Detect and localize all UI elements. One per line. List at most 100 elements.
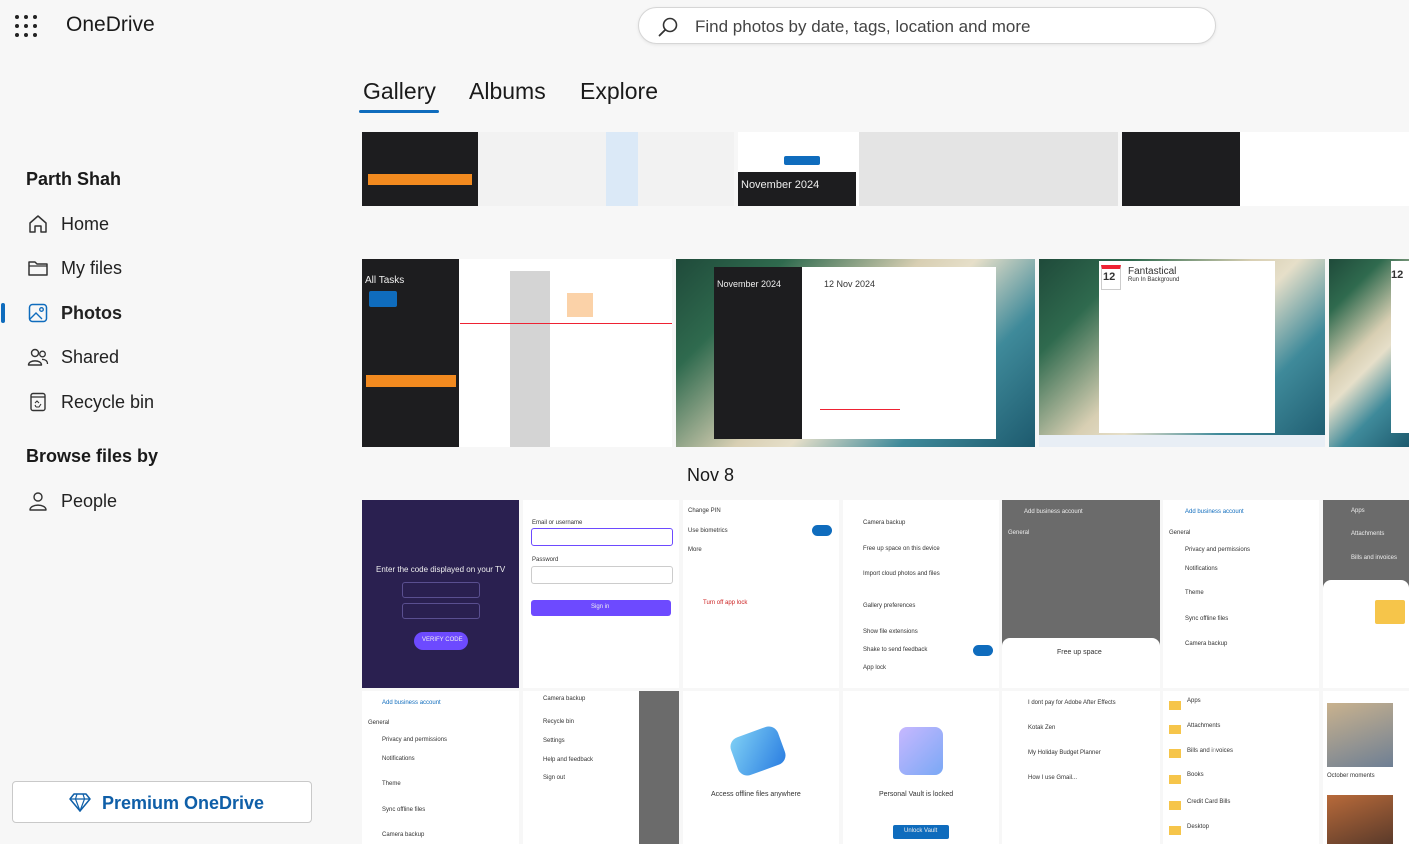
thumb-field — [531, 528, 673, 546]
photo-thumbnail[interactable]: 12 — [1329, 259, 1409, 447]
photo-thumbnail[interactable]: I dont pay for Adobe After Effects Kotak… — [1002, 691, 1160, 844]
thumb-text: Sync offline files — [1185, 616, 1229, 622]
photo-thumbnail[interactable]: October moments — [1323, 691, 1409, 844]
offline-illustration-icon — [727, 723, 789, 779]
user-name: Parth Shah — [26, 169, 122, 189]
thumb-text: Show file extensions — [863, 629, 918, 635]
date-group-label: Nov 8 — [687, 465, 735, 485]
thumb-text: Turn off app lock — [703, 600, 748, 606]
photo-thumbnail[interactable]: Add business account General Privacy and… — [362, 691, 519, 844]
thumb-text: Use biometrics — [688, 528, 728, 534]
thumb-dark-panel — [1122, 132, 1240, 206]
sidebar-item-people[interactable]: People — [0, 481, 330, 521]
tab-gallery[interactable]: Gallery — [363, 78, 436, 105]
photo-thumbnail[interactable]: Add business account General Free up spa… — [1002, 500, 1160, 688]
thumb-highlight — [366, 375, 456, 387]
photo-thumbnail[interactable] — [362, 132, 734, 206]
thumb-text: Camera backup — [382, 832, 425, 838]
thumb-field — [531, 566, 673, 584]
photo-thumbnail[interactable]: Camera backup Free up space on this devi… — [843, 500, 999, 688]
photo-thumbnail[interactable]: Apps Attachments Bills and invoices — [1323, 500, 1409, 688]
photo-thumbnail[interactable] — [1122, 132, 1409, 206]
photo-thumbnail[interactable]: Add business account General Privacy and… — [1163, 500, 1319, 688]
sidebar-item-label: Photos — [61, 303, 122, 323]
thumb-text: Attachments — [1187, 723, 1221, 729]
sidebar-item-photos[interactable]: Photos — [0, 293, 330, 333]
photo-thumbnail[interactable]: All Tasks — [362, 259, 672, 447]
photo-thumbnail[interactable]: Email or username Password Sign in — [523, 500, 679, 688]
browse-files-heading: Browse files by — [26, 446, 159, 466]
thumb-grid-area — [859, 132, 1118, 206]
thumb-white-panel — [1391, 261, 1409, 433]
thumb-text: Attachments — [1351, 531, 1385, 537]
photo-thumbnail[interactable]: 12 Fantastical Run In Background — [1039, 259, 1325, 447]
photos-icon — [28, 303, 48, 323]
thumb-text: Add business account — [382, 700, 441, 706]
thumb-column — [606, 132, 638, 206]
tab-albums[interactable]: Albums — [469, 78, 546, 105]
thumb-text: Desktop — [1187, 824, 1210, 830]
thumb-sheet — [1002, 638, 1160, 688]
thumb-event — [567, 293, 593, 317]
thumb-text: Sign in — [591, 604, 610, 610]
thumb-taskbar — [1039, 435, 1325, 447]
thumb-column — [510, 271, 550, 447]
thumb-text: Camera backup — [543, 696, 586, 702]
sidebar-item-shared[interactable]: Shared — [0, 337, 330, 377]
sidebar-item-home[interactable]: Home — [0, 204, 330, 244]
thumb-text: Change PIN — [688, 508, 721, 514]
folder-icon — [1169, 701, 1181, 710]
photo-thumbnail[interactable]: November 2024 12 Nov 2024 — [676, 259, 1035, 447]
thumb-text: Run In Background — [1128, 277, 1180, 283]
thumb-text: Unlock Vault — [904, 828, 938, 834]
premium-label: Premium OneDrive — [102, 793, 265, 813]
premium-onedrive-button[interactable]: Premium OneDrive — [12, 781, 312, 823]
sidebar-item-label: Home — [61, 214, 110, 234]
thumb-text: Email or username — [532, 520, 583, 526]
active-tab-underline — [359, 110, 439, 113]
photo-thumbnail[interactable]: Apps Attachments Bills and invoices Book… — [1163, 691, 1319, 844]
person-icon — [29, 492, 47, 511]
thumb-text: Bills and invoices — [1187, 748, 1234, 754]
thumb-toggle — [812, 525, 832, 536]
photo-grid: November 2024 All Tasks November 2024 12… — [360, 130, 1409, 844]
thumb-text: November 2024 — [741, 179, 820, 191]
thumb-text: Free up space on this device — [863, 546, 940, 552]
tab-explore[interactable]: Explore — [580, 78, 658, 105]
thumb-text: Recycle bin — [543, 719, 575, 725]
photo-thumbnail[interactable]: November 2024 — [738, 132, 1118, 206]
photo-thumbnail[interactable]: Access offline files anywhere — [683, 691, 839, 844]
app-launcher-icon[interactable] — [14, 14, 38, 38]
thumb-text: Settings — [543, 738, 565, 744]
thumb-text: Privacy and permissions — [382, 737, 448, 743]
photo-thumbnail[interactable]: Personal Vault is locked Unlock Vault — [843, 691, 999, 844]
thumb-text: Camera backup — [863, 520, 906, 526]
search-box[interactable] — [638, 7, 1216, 44]
search-input[interactable] — [693, 14, 1197, 40]
thumb-text: Notifications — [1185, 566, 1218, 572]
sidebar: Parth Shah Home My files Photos Shared R… — [0, 56, 330, 844]
photo-thumbnail[interactable]: Change PIN Use biometrics More Turn off … — [683, 500, 839, 688]
diamond-icon — [69, 793, 91, 812]
thumb-white-panel — [1099, 261, 1275, 433]
sidebar-item-label: Recycle bin — [61, 392, 155, 412]
thumb-text: Kotak Zen — [1028, 725, 1056, 731]
thumb-text: Sign out — [543, 775, 566, 781]
people-icon — [27, 348, 49, 366]
thumb-text: Shake to send feedback — [863, 647, 928, 653]
photo-thumbnail[interactable]: Camera backup Recycle bin Settings Help … — [523, 691, 679, 844]
thumb-text: Privacy and permissions — [1185, 547, 1251, 553]
thumb-text: VERIFY CODE — [422, 637, 463, 643]
thumb-text: Notifications — [382, 756, 415, 762]
thumb-dark-panel — [714, 267, 802, 439]
app-title[interactable]: OneDrive — [66, 13, 155, 37]
photo-thumbnail[interactable]: Enter the code displayed on your TV VERI… — [362, 500, 519, 688]
sidebar-item-recycle-bin[interactable]: Recycle bin — [0, 382, 330, 422]
sidebar-item-my-files[interactable]: My files — [0, 248, 330, 288]
thumb-text: Import cloud photos and files — [863, 571, 940, 577]
thumb-text: Books — [1187, 772, 1204, 778]
thumb-text: Bills and invoices — [1351, 555, 1398, 561]
top-bar: OneDrive — [0, 0, 1409, 56]
thumb-code-field — [402, 603, 480, 619]
thumb-text: Theme — [382, 781, 401, 787]
